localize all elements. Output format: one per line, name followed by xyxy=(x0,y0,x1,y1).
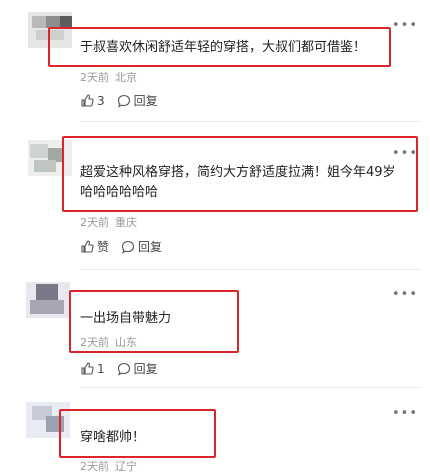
more-options-icon[interactable]: ••• xyxy=(392,406,418,421)
comment-4: ••• 穿啥都帅！ 2天前 辽宁 xyxy=(0,0,430,473)
highlight-box xyxy=(59,409,216,458)
comment-meta: 2天前 辽宁 xyxy=(80,458,143,474)
comment-location: 辽宁 xyxy=(115,460,137,473)
comment-time: 2天前 xyxy=(80,460,109,473)
